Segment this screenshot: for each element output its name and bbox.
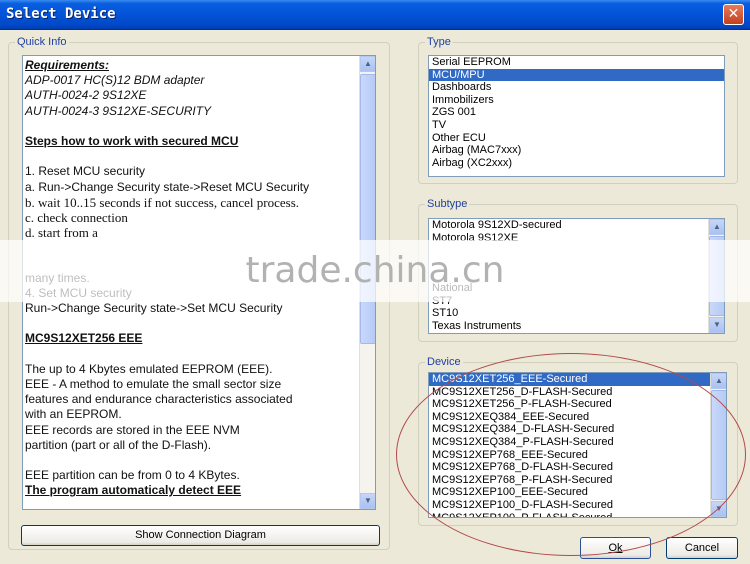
cancel-button[interactable]: Cancel: [666, 537, 738, 559]
device-legend: Device: [425, 356, 463, 368]
close-button[interactable]: ✕: [723, 4, 744, 25]
arrow-up-icon: ▲: [713, 222, 721, 231]
type-listbox[interactable]: Serial EEPROM MCU/MPU Dashboards Immobilize…: [428, 55, 725, 177]
quick-info-line: a. Run->Change Security state->Reset MCU…: [25, 179, 310, 194]
subtype-list-item[interactable]: Motorola 9S12XD-secured: [429, 219, 724, 232]
quick-info-line: [25, 316, 359, 331]
watermark-text: trade.china.cn: [245, 250, 505, 291]
quick-info-legend: Quick Info: [15, 36, 69, 48]
quick-info-line: Requirements:: [25, 58, 110, 72]
quick-info-line: [25, 119, 359, 134]
type-list-item[interactable]: TV: [429, 119, 724, 132]
quick-info-line: ADP-0017 HC(S)12 BDM adapter: [25, 73, 205, 88]
quick-info-line: EEE - A method to emulate the small sect…: [25, 376, 282, 391]
quick-info-line: d. start from a: [25, 225, 98, 241]
arrow-up-icon: ▲: [364, 59, 372, 68]
scroll-up-button[interactable]: ▲: [360, 56, 375, 72]
arrow-up-icon: ▲: [715, 376, 723, 385]
device-scroll-up-button[interactable]: ▲: [711, 373, 726, 389]
type-list-item[interactable]: Dashboards: [429, 81, 724, 94]
show-connection-diagram-label: Show Connection Diagram: [135, 529, 266, 541]
arrow-down-icon: ▼: [364, 496, 372, 505]
quick-info-line: [25, 453, 359, 468]
quick-info-line: EEE partition can be from 0 to 4 KBytes.: [25, 468, 240, 483]
show-connection-diagram-button[interactable]: Show Connection Diagram: [21, 525, 380, 546]
quick-info-line: [25, 149, 359, 164]
quick-info-line: b. wait 10..15 seconds if not success, c…: [25, 194, 300, 210]
quick-info-line: Steps how to work with secured MCU: [25, 133, 239, 148]
type-legend: Type: [425, 36, 453, 48]
scroll-thumb[interactable]: [360, 74, 375, 344]
type-list-item[interactable]: MCU/MPU: [429, 68, 724, 82]
quick-info-line: The program automaticaly detect EEE: [25, 483, 242, 498]
type-list-item[interactable]: Airbag (MAC7xxx): [429, 144, 724, 157]
cancel-label: Cancel: [684, 542, 720, 554]
quick-info-line: MC9S12XET256 EEE: [25, 331, 143, 346]
type-list-item[interactable]: Serial EEPROM: [429, 56, 724, 69]
quick-info-line: EEE records are stored in the EEE NVM: [25, 422, 240, 437]
quick-info-line: AUTH-0024-3 9S12XE-SECURITY: [25, 103, 212, 118]
title-bar[interactable]: Select Device ✕: [0, 0, 750, 30]
quick-info-line: features and endurance characteristics a…: [25, 392, 293, 407]
quick-info-line: AUTH-0024-2 9S12XE: [25, 88, 147, 103]
subtype-scroll-up-button[interactable]: ▲: [709, 219, 724, 235]
type-list-item[interactable]: Airbag (XC2xxx): [429, 157, 724, 170]
type-list-item[interactable]: ZGS 001: [429, 106, 724, 119]
window-title: Select Device: [6, 6, 116, 22]
close-icon: ✕: [727, 6, 740, 22]
watermark-banner: trade.china.cn: [0, 240, 750, 302]
subtype-scroll-down-button[interactable]: ▼: [709, 317, 724, 333]
quick-info-line: c. check connection: [25, 209, 128, 225]
arrow-down-icon: ▼: [713, 320, 721, 329]
quick-info-line: 1. Reset MCU security: [25, 164, 146, 179]
subtype-legend: Subtype: [425, 198, 470, 210]
quick-info-line: [25, 347, 359, 362]
annotation-ellipse: [396, 353, 746, 556]
scroll-down-button[interactable]: ▼: [360, 493, 375, 509]
type-list-item[interactable]: Other ECU: [429, 132, 724, 145]
subtype-list-item[interactable]: ST10: [429, 307, 724, 320]
subtype-list-item[interactable]: Texas Instruments: [429, 320, 724, 333]
type-list-item[interactable]: Immobilizers: [429, 94, 724, 107]
quick-info-line: partition (part or all of the D-Flash).: [25, 437, 212, 452]
quick-info-line: The up to 4 Kbytes emulated EEPROM (EEE)…: [25, 361, 273, 376]
quick-info-line: with an EEPROM.: [25, 407, 122, 422]
quick-info-line: Run->Change Security state->Set MCU Secu…: [25, 301, 283, 315]
